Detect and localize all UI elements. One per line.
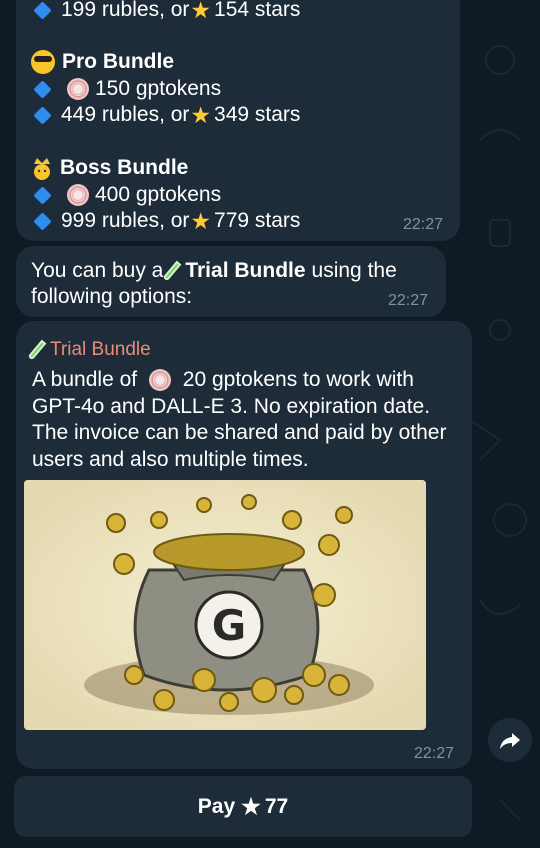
star-icon: ★ <box>190 102 212 128</box>
blue-diamond-icon <box>33 211 52 231</box>
message-timestamp: 22:27 <box>414 745 455 762</box>
trial-options-line-1: You can buy a Trial Bundle using the <box>31 258 397 284</box>
pay-button[interactable]: Pay ★ 77 <box>14 776 472 837</box>
price-text: 199 rubles, or <box>61 0 190 21</box>
bundles-message: 199 rubles, or ★ 154 stars Pro Bundle 15… <box>16 0 460 241</box>
boss-bundle-price: 999 rubles, or ★ 779 stars <box>31 208 300 234</box>
invoice-image[interactable]: G <box>24 480 426 730</box>
star-icon: ★ <box>241 793 261 819</box>
blue-diamond-icon <box>33 105 52 125</box>
invoice-title: Trial Bundle <box>27 339 151 361</box>
stars-text: 349 stars <box>214 103 301 126</box>
sunglasses-emoji-icon <box>31 50 55 74</box>
pro-bundle-title-text: Pro Bundle <box>62 50 175 73</box>
stars-text: 154 stars <box>214 0 301 21</box>
blue-diamond-icon <box>33 185 52 205</box>
test-tube-icon <box>162 260 182 282</box>
blue-diamond-icon <box>33 0 52 20</box>
price-text: 999 rubles, or <box>61 209 190 232</box>
blue-diamond-icon <box>33 79 52 99</box>
message-timestamp: 22:27 <box>403 216 444 233</box>
invoice-message: Trial Bundle A bundle of 20 gptokens to … <box>16 321 472 769</box>
invoice-title-text: Trial Bundle <box>50 339 151 360</box>
trial-options-message: You can buy a Trial Bundle using the fol… <box>16 246 446 317</box>
message-timestamp: 22:27 <box>388 292 429 309</box>
crown-person-emoji-icon <box>31 155 53 181</box>
trial-bundle-name: Trial Bundle <box>185 259 306 282</box>
test-tube-icon <box>27 339 47 361</box>
gptoken-icon <box>148 369 171 392</box>
share-button[interactable] <box>488 718 532 762</box>
price-text: 449 rubles, or <box>61 103 190 126</box>
pay-button-label: Pay <box>197 794 236 818</box>
gptoken-icon <box>67 78 89 100</box>
pro-bundle-title: Pro Bundle <box>31 49 174 75</box>
boss-bundle-tokens: 400 gptokens <box>31 182 221 208</box>
tokens-text: 150 gptokens <box>95 77 222 100</box>
boss-bundle-title-text: Boss Bundle <box>60 156 189 179</box>
tokens-text: 400 gptokens <box>95 183 222 206</box>
star-icon: ★ <box>190 0 212 23</box>
boss-bundle-title: Boss Bundle <box>31 155 188 181</box>
trial-options-line-2: following options: <box>31 285 193 308</box>
bag-logo-letter: G <box>212 601 246 650</box>
trial-options-suffix: using the <box>311 259 397 282</box>
share-arrow-icon <box>500 733 520 749</box>
invoice-description-prefix: A bundle of <box>32 368 138 391</box>
pro-bundle-price: 449 rubles, or ★ 349 stars <box>31 102 300 128</box>
stars-text: 779 stars <box>214 209 301 232</box>
invoice-description: A bundle of 20 gptokens to work with GPT… <box>32 367 452 473</box>
top-bundle-price-line: 199 rubles, or ★ 154 stars <box>31 0 300 23</box>
pro-bundle-tokens: 150 gptokens <box>31 76 221 102</box>
trial-options-prefix: You can buy a <box>31 259 164 282</box>
pay-button-amount: 77 <box>264 794 289 818</box>
star-icon: ★ <box>190 208 212 234</box>
gptoken-icon <box>67 184 89 206</box>
